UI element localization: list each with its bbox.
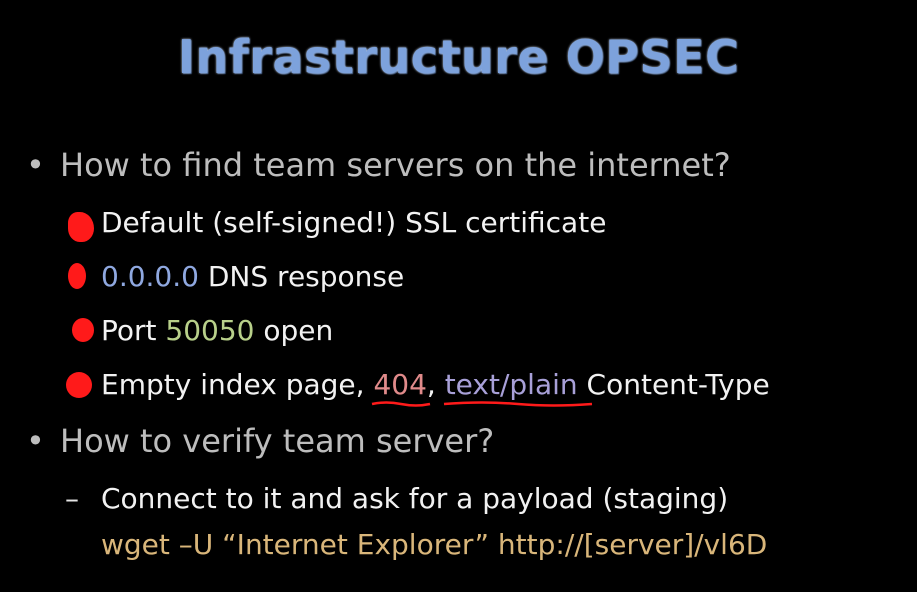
dash-icon: –: [65, 482, 79, 515]
red-underline-icon: [443, 401, 592, 407]
bullet-find-servers: • How to find team servers on the interne…: [26, 146, 731, 184]
red-marker-icon: [68, 263, 86, 289]
sub-item-pre: Port: [101, 314, 166, 347]
bullet-dot-icon: •: [26, 146, 45, 184]
sub-item-port: Port 50050 open: [101, 314, 333, 347]
sub-item-connect: – Connect to it and ask for a payload (st…: [65, 482, 728, 515]
sub-item-text: open: [254, 314, 334, 347]
bullet-dot-icon: •: [26, 422, 45, 460]
bullet-verify-server: • How to verify team server?: [26, 422, 494, 460]
sub-item-index: Empty index page, 404, text/plain Conten…: [101, 368, 770, 407]
status-404-highlight: 404: [372, 368, 431, 407]
red-marker-icon: [72, 318, 94, 342]
port-highlight: 50050: [165, 314, 255, 347]
red-underline-icon: [372, 401, 431, 407]
sub-item-text: DNS response: [198, 260, 405, 293]
mime-highlight: text/plain: [443, 368, 592, 407]
sub-item-text: Connect to it and ask for a payload (sta…: [101, 482, 729, 515]
sub-item-pre: Empty index page,: [101, 368, 374, 401]
sub-item-ssl: Default (self-signed!) SSL certificate: [101, 206, 606, 239]
sub-item-text: Content-Type: [577, 368, 770, 401]
sub-item-mid: ,: [426, 368, 445, 401]
slide: Infrastructure OPSEC • How to find team s…: [0, 0, 917, 592]
sub-item-dns: 0.0.0.0 DNS response: [101, 260, 404, 293]
ip-highlight: 0.0.0.0: [101, 260, 199, 293]
bullet-text: How to find team servers on the internet…: [60, 146, 731, 184]
slide-title: Infrastructure OPSEC: [177, 30, 740, 84]
red-marker-icon: [66, 372, 92, 398]
bullet-text: How to verify team server?: [60, 422, 495, 460]
red-marker-icon: [68, 212, 94, 242]
wget-command: wget –U “Internet Explorer” http://[serv…: [101, 528, 768, 561]
sub-item-text: Default (self-signed!) SSL certificate: [101, 206, 607, 239]
